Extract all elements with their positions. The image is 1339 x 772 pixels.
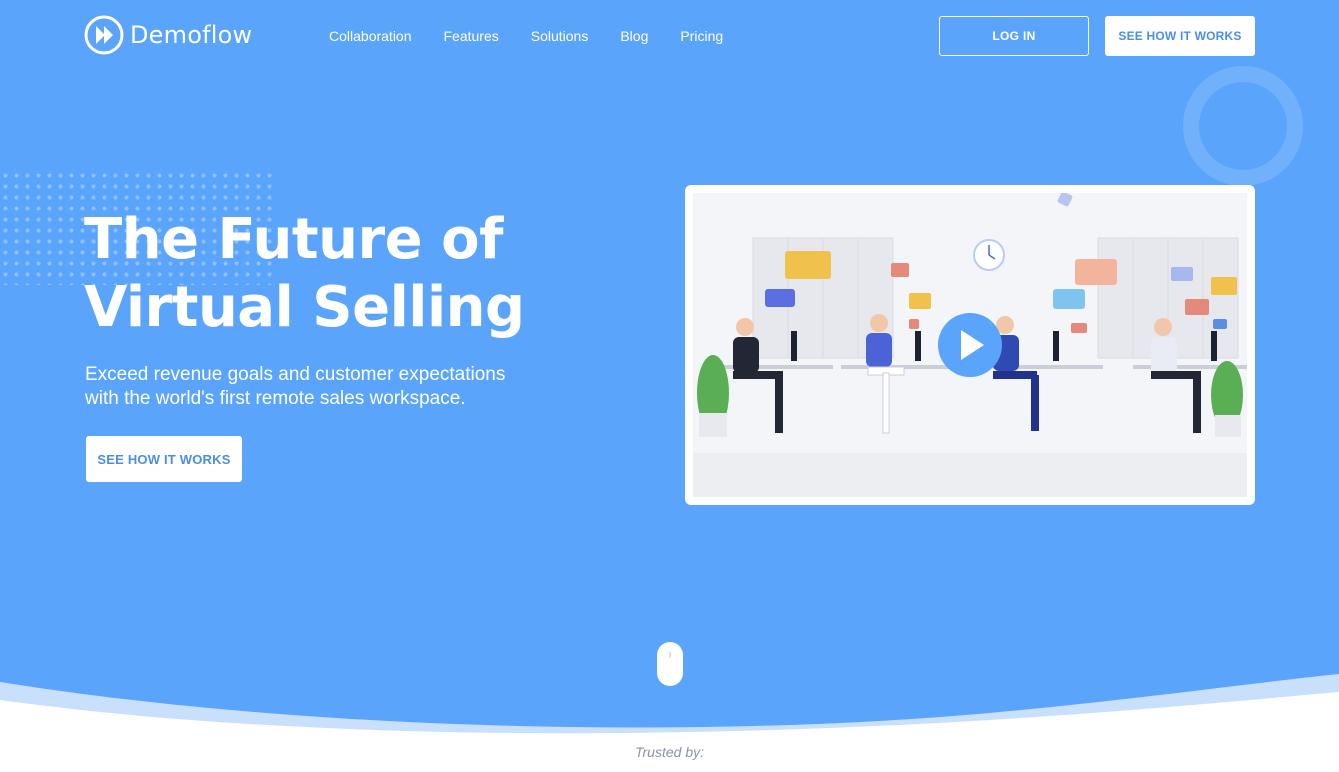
nav-item-blog[interactable]: Blog: [620, 27, 648, 45]
office-illustration: [693, 193, 1247, 497]
main-nav: Collaboration Features Solutions Blog Pr…: [329, 27, 723, 45]
video-player[interactable]: [685, 185, 1255, 505]
brand-name: Demoflow: [130, 21, 253, 49]
hero-title: The Future of Virtual Selling: [84, 206, 644, 342]
nav-item-pricing[interactable]: Pricing: [680, 27, 723, 45]
play-button[interactable]: [938, 313, 1002, 377]
hero-see-how-it-works-button[interactable]: SEE HOW IT WORKS: [86, 436, 242, 482]
hero-subtitle-line-1: Exceed revenue goals and customer expect…: [85, 364, 506, 385]
decorative-ring: [1183, 66, 1303, 186]
hero-title-line-1: The Future of: [84, 207, 503, 272]
hero-subtitle: Exceed revenue goals and customer expect…: [85, 363, 555, 411]
brand-logo[interactable]: Demoflow: [84, 15, 252, 55]
nav-item-collaboration[interactable]: Collaboration: [329, 27, 412, 45]
nav-item-features[interactable]: Features: [444, 27, 499, 45]
nav-item-solutions[interactable]: Solutions: [531, 27, 589, 45]
fast-forward-play-icon: [84, 15, 124, 55]
hero-subtitle-line-2: with the world's first remote sales work…: [85, 388, 466, 409]
trusted-by-label: Trusted by:: [635, 744, 704, 760]
mouse-wheel: [669, 652, 671, 658]
hero-section: Demoflow Collaboration Features Solution…: [0, 0, 1339, 730]
hero-title-line-2: Virtual Selling: [84, 275, 525, 340]
login-button[interactable]: LOG IN: [939, 16, 1089, 56]
header-see-how-it-works-button[interactable]: SEE HOW IT WORKS: [1105, 16, 1255, 56]
